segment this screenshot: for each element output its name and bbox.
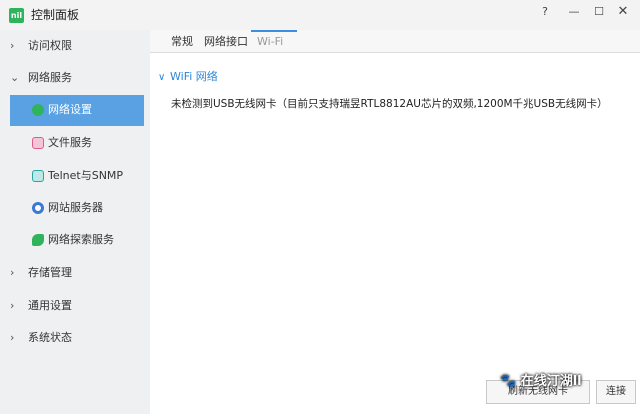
app-logo-icon: nil	[9, 8, 24, 23]
globe-icon	[32, 104, 44, 116]
sidebar-group-label: 网络服务	[28, 71, 72, 84]
control-panel-window: nil 控制面板 ? — ☐ ✕ › 访问权限 ⌄ 网络服务 网络设置 文件服务…	[0, 0, 640, 414]
tab-wifi[interactable]: Wi-Fi	[257, 35, 283, 49]
tab-network-interface[interactable]: 网络接口	[204, 35, 248, 49]
maximize-button[interactable]: ☐	[588, 4, 610, 20]
tab-general[interactable]: 常规	[171, 35, 193, 49]
sidebar-group-storage[interactable]: › 存储管理	[0, 259, 150, 287]
sidebar-item-web-server[interactable]: 网站服务器	[10, 193, 144, 224]
terminal-icon	[32, 170, 44, 182]
web-server-icon	[32, 202, 44, 214]
chevron-right-icon: ›	[10, 39, 15, 52]
sidebar-group-label: 通用设置	[28, 299, 72, 312]
sidebar-group-general-settings[interactable]: › 通用设置	[0, 292, 150, 320]
window-title: 控制面板	[31, 8, 80, 22]
sidebar-group-label: 系统状态	[28, 331, 72, 344]
connect-button[interactable]: 连接	[596, 380, 636, 404]
close-button[interactable]: ✕	[612, 4, 634, 20]
sidebar-item-file-services[interactable]: 文件服务	[10, 128, 144, 159]
sidebar-item-telnet-snmp[interactable]: Telnet与SNMP	[10, 161, 144, 192]
main-content: 常规 网络接口 Wi-Fi ∨ WiFi 网络 未检测到USB无线网卡（目前只支持…	[150, 30, 640, 414]
help-button[interactable]: ?	[534, 4, 556, 20]
file-service-icon	[32, 137, 44, 149]
sidebar: › 访问权限 ⌄ 网络服务 网络设置 文件服务 Telnet与SNMP 网站服务…	[0, 30, 150, 414]
minimize-button[interactable]: —	[563, 4, 585, 20]
watermark: 🐾 在线汀湖ll	[500, 374, 582, 389]
wifi-section-header[interactable]: ∨ WiFi 网络	[158, 70, 218, 85]
sidebar-group-network-services[interactable]: ⌄ 网络服务	[0, 64, 150, 92]
sidebar-item-network-discovery[interactable]: 网络探索服务	[10, 225, 144, 256]
active-tab-indicator	[251, 30, 297, 32]
sidebar-group-label: 访问权限	[28, 39, 72, 52]
sidebar-item-label: 网站服务器	[48, 201, 103, 214]
sidebar-item-label: Telnet与SNMP	[48, 169, 124, 182]
tab-bar: 常规 网络接口 Wi-Fi	[150, 30, 640, 53]
sidebar-item-label: 网络探索服务	[48, 233, 114, 246]
chevron-right-icon: ›	[10, 299, 15, 312]
chevron-right-icon: ›	[10, 266, 15, 279]
sidebar-group-system-status[interactable]: › 系统状态	[0, 324, 150, 352]
sidebar-item-label: 文件服务	[48, 136, 92, 149]
section-title: WiFi 网络	[170, 70, 218, 83]
title-bar[interactable]: nil 控制面板 ? — ☐ ✕	[0, 0, 640, 30]
sidebar-item-label: 网络设置	[48, 103, 92, 116]
chevron-right-icon: ›	[10, 331, 15, 344]
sidebar-group-access[interactable]: › 访问权限	[0, 32, 150, 60]
sidebar-group-label: 存储管理	[28, 266, 72, 279]
chevron-down-icon: ∨	[158, 72, 166, 83]
no-adapter-message: 未检测到USB无线网卡（目前只支持瑞昱RTL8812AU芯片的双频,1200M千…	[171, 98, 608, 110]
discovery-icon	[32, 234, 44, 246]
sidebar-item-network-settings[interactable]: 网络设置	[10, 95, 144, 126]
chevron-down-icon: ⌄	[10, 71, 20, 84]
